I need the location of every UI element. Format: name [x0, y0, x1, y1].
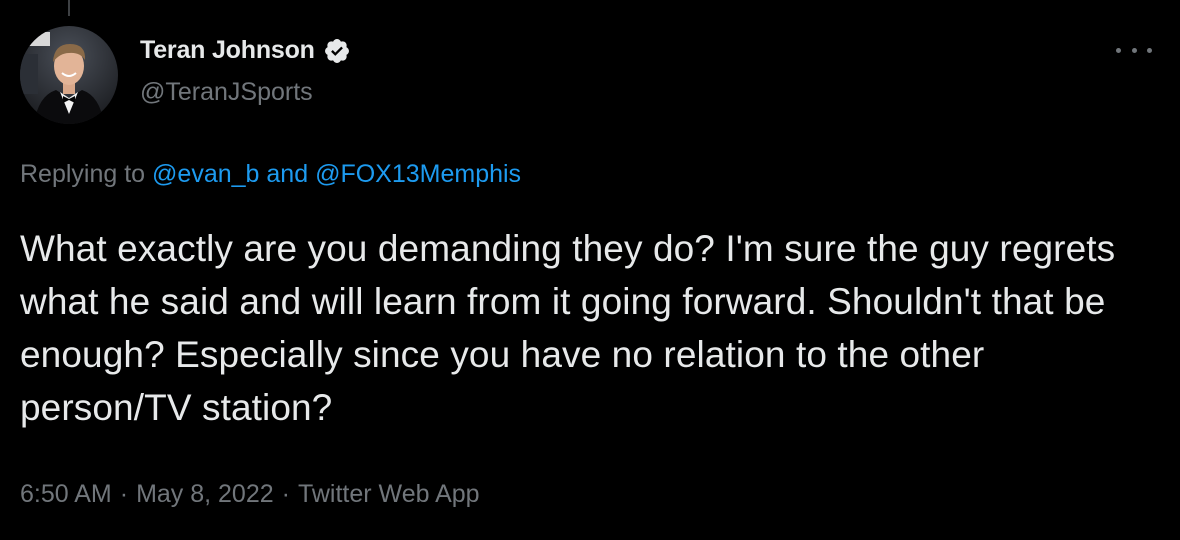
tweet-time[interactable]: 6:50 AM — [20, 480, 112, 508]
more-dot-icon — [1116, 47, 1121, 53]
replying-to-label: Replying to — [20, 160, 146, 188]
more-options-icon[interactable] — [1116, 40, 1152, 60]
meta-separator: · — [281, 480, 290, 508]
author-handle[interactable]: @TeranJSports — [140, 78, 313, 107]
more-dot-icon — [1147, 47, 1152, 53]
mention-joiner[interactable]: and — [266, 160, 308, 188]
verified-badge-icon — [323, 37, 351, 65]
avatar[interactable] — [20, 26, 118, 124]
mention-link-evan-b[interactable]: @evan_b — [152, 160, 259, 188]
mention-link-fox13memphis[interactable]: @FOX13Memphis — [315, 160, 521, 188]
more-dot-icon — [1131, 47, 1137, 53]
avatar-image — [20, 26, 118, 124]
author-name-row: Teran Johnson — [140, 36, 351, 65]
tweet-date[interactable]: May 8, 2022 — [136, 480, 274, 508]
author-display-name[interactable]: Teran Johnson — [140, 36, 315, 65]
replying-to-line: Replying to @evan_b and @FOX13Memphis — [20, 160, 521, 189]
thread-connector-line — [68, 0, 70, 16]
tweet-text: What exactly are you demanding they do? … — [20, 228, 1116, 428]
meta-separator: · — [119, 480, 129, 508]
tweet-metadata: 6:50 AM · May 8, 2022 · Twitter Web App — [20, 480, 480, 509]
tweet-source[interactable]: Twitter Web App — [298, 480, 480, 508]
